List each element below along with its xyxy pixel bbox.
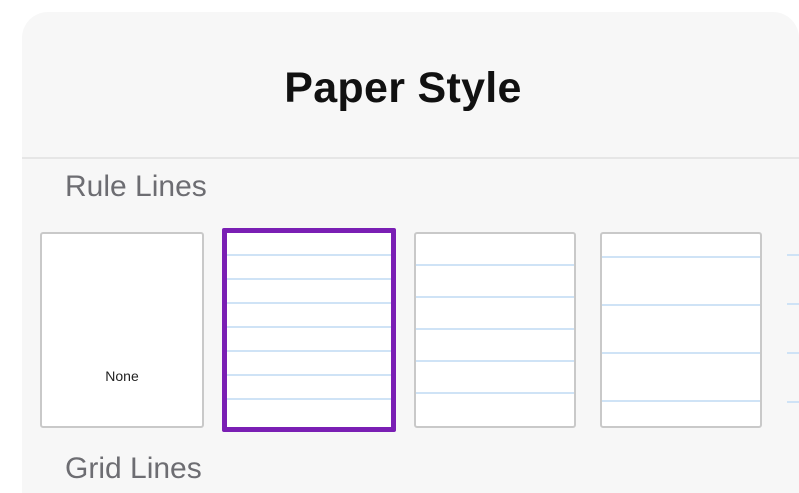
offscreen-option-edge — [787, 254, 799, 256]
rule-line — [227, 278, 391, 280]
rule-option-narrow[interactable] — [222, 228, 396, 432]
sheet-title: Paper Style — [284, 64, 522, 112]
offscreen-option-edge — [787, 352, 799, 354]
rule-line — [227, 350, 391, 352]
rule-line — [227, 254, 391, 256]
rule-line — [602, 256, 760, 258]
rule-option-none-label: None — [105, 368, 139, 384]
rule-line — [227, 326, 391, 328]
grid-lines-section-label: Grid Lines — [65, 452, 202, 485]
rule-line — [416, 360, 574, 362]
rule-line — [227, 398, 391, 400]
sheet-header: Paper Style — [22, 12, 799, 159]
paper-style-sheet: Paper Style Rule Lines None Grid Lines — [22, 12, 799, 493]
rule-lines-section-label: Rule Lines — [65, 170, 207, 203]
rule-line — [602, 400, 760, 402]
rule-line — [416, 392, 574, 394]
rule-option-medium[interactable] — [414, 232, 576, 428]
rule-option-wide[interactable] — [600, 232, 762, 428]
offscreen-option-edge — [787, 401, 799, 403]
rule-line — [227, 302, 391, 304]
rule-line — [227, 374, 391, 376]
rule-line — [602, 352, 760, 354]
offscreen-option-edge — [787, 303, 799, 305]
rule-line — [416, 296, 574, 298]
rule-line — [416, 264, 574, 266]
rule-option-none[interactable]: None — [40, 232, 204, 428]
rule-line — [416, 328, 574, 330]
rule-line — [602, 304, 760, 306]
